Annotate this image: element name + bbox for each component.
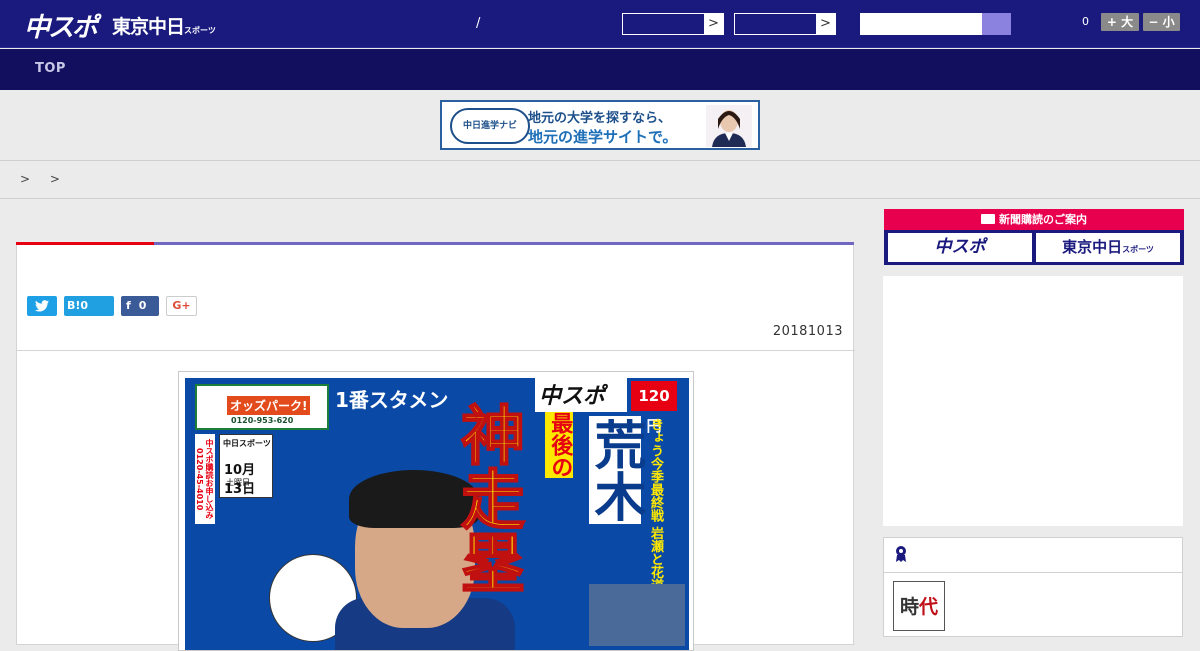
font-larger-button[interactable]: + 大 — [1101, 13, 1139, 31]
ranking-box: 時代 — [883, 537, 1183, 637]
search-button[interactable] — [982, 13, 1011, 35]
big-headline: 神走塁 — [449, 401, 525, 595]
date-box-logo: 中日スポーツ — [223, 439, 271, 448]
newspaper-icon — [981, 214, 995, 224]
font-size-indicator: 0 — [1082, 15, 1089, 28]
subscribe-tokyo-chunichi-label: 東京中日 — [1062, 238, 1123, 256]
subscribe-phone: 中スポ購読お申し込み 0120-45-4010 — [195, 434, 215, 524]
hatena-icon: B! — [67, 299, 81, 312]
sidebar-ad-slot[interactable] — [883, 276, 1183, 526]
font-smaller-button[interactable]: − 小 — [1143, 13, 1180, 31]
tokyo-chunichi-logo-text: 東京中日 — [112, 16, 185, 38]
ranking-thumb-char-a: 時 — [899, 596, 919, 618]
facebook-icon: f — [126, 299, 131, 312]
twitter-icon — [35, 300, 49, 312]
search-input[interactable] — [860, 13, 982, 35]
subscription-box: 新聞購読のご案内 中スポ 東京中日スポーツ — [884, 209, 1184, 265]
section-select-2[interactable]: > — [734, 13, 836, 35]
ranking-icon — [896, 546, 906, 562]
issue-day-of-week: 土曜日 — [226, 478, 250, 487]
chevron-right-icon: > — [816, 14, 835, 34]
paper-logo: 中スポ — [535, 378, 627, 412]
side-headline: きょう今季最終戦 岩瀬と花道 — [648, 418, 663, 592]
subscribe-tokyo-chunichi-small: スポーツ — [1122, 245, 1154, 254]
breadcrumb: > > — [20, 172, 68, 186]
subscribe-chuspo-button[interactable]: 中スポ — [888, 233, 1032, 262]
divider — [884, 572, 1182, 573]
main-nav: TOP — [0, 49, 1200, 90]
odds-park-title: オッズパーク! — [227, 396, 311, 415]
article-panel: B!0 f0 G+ 20181013 オッズパーク! 0120-953-620 … — [16, 245, 855, 651]
subscription-header-label: 新聞購読のご案内 — [999, 213, 1087, 226]
sliding-photo — [589, 584, 685, 646]
divider — [17, 350, 855, 351]
front-page-content: オッズパーク! 0120-953-620 1番スタメン 中スポ 120円 中スポ… — [185, 378, 689, 650]
price-tag: 120円 — [631, 381, 677, 435]
tokyo-chunichi-logo[interactable]: 東京中日スポーツ — [112, 12, 216, 39]
twitter-share-button[interactable] — [27, 296, 57, 316]
ranking-thumb-char-b: 代 — [919, 596, 939, 618]
site-header: 中スポ 東京中日スポーツ / > > 0 + 大 − 小 — [0, 0, 1200, 48]
article-date: 20181013 — [772, 324, 843, 339]
tokyo-chunichi-logo-small: スポーツ — [184, 26, 216, 35]
headline-araki: 荒木 — [585, 416, 645, 524]
subscribe-tokyo-chunichi-button[interactable]: 東京中日スポーツ — [1036, 233, 1180, 262]
header-slash: / — [476, 16, 481, 31]
hatena-bookmark-button[interactable]: B!0 — [64, 296, 114, 316]
issue-date-box: 中日スポーツ 10月13日 土曜日 — [219, 434, 273, 498]
banner-text-line2: 地元の進学サイトで。 — [528, 128, 678, 146]
banner-badge: 中日進学ナビ — [450, 108, 530, 144]
headline-top: 1番スタメン — [335, 388, 449, 412]
odds-park-tel: 0120-953-620 — [231, 416, 294, 425]
hatena-count: 0 — [80, 299, 89, 312]
facebook-count: 0 — [138, 299, 147, 312]
banner-text-line1: 地元の大学を探すなら、 — [528, 111, 672, 126]
subscription-header: 新聞購読のご案内 — [884, 209, 1184, 230]
facebook-share-button[interactable]: f0 — [121, 296, 159, 316]
ranking-thumbnail[interactable]: 時代 — [893, 581, 945, 631]
newspaper-front-page-image[interactable]: オッズパーク! 0120-953-620 1番スタメン 中スポ 120円 中スポ… — [178, 371, 694, 651]
odds-park-ad: オッズパーク! 0120-953-620 — [195, 384, 329, 430]
chevron-right-icon: > — [704, 14, 723, 34]
google-plus-button[interactable]: G+ — [166, 296, 197, 316]
headline-saigo: 最後の — [545, 412, 574, 478]
section-select-1[interactable]: > — [622, 13, 724, 35]
divider — [0, 198, 1200, 199]
banner-ad[interactable]: 中日進学ナビ 地元の大学を探すなら、 地元の進学サイトで。 — [440, 100, 760, 150]
banner-person-image — [706, 105, 752, 147]
nav-item-top[interactable]: TOP — [35, 61, 66, 76]
divider — [0, 160, 1200, 161]
chuspo-logo[interactable]: 中スポ — [24, 7, 98, 44]
